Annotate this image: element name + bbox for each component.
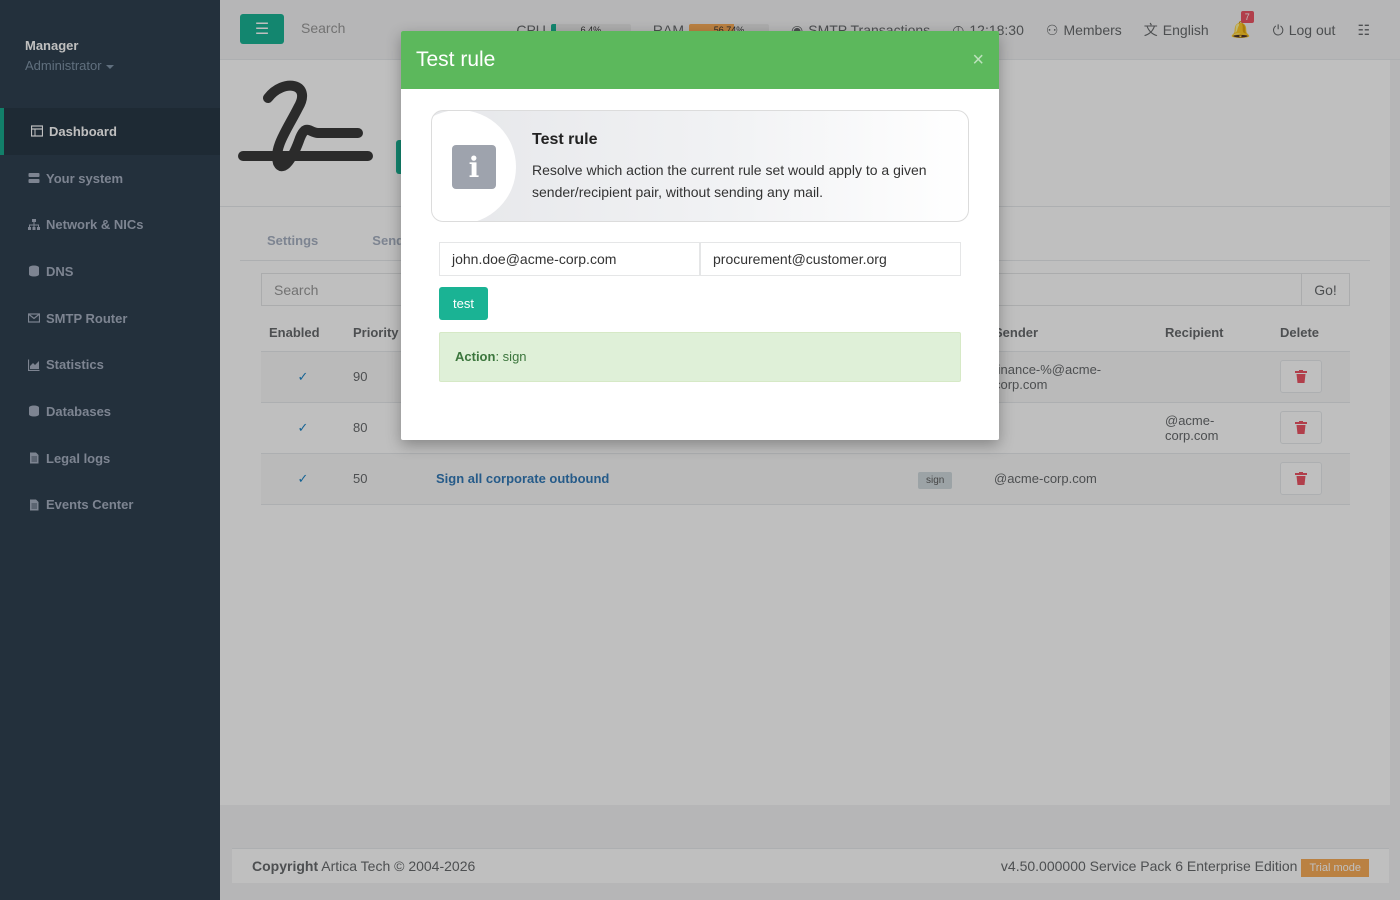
- sender-input[interactable]: john.doe@acme-corp.com: [439, 242, 700, 276]
- result-label: Action: [455, 349, 496, 364]
- info-callout: i Test rule Resolve which action the cur…: [431, 110, 969, 222]
- result-value: : sign: [495, 349, 527, 364]
- info-circle: i: [432, 111, 516, 221]
- modal-title: Test rule: [416, 48, 496, 71]
- info-title: Test rule: [532, 131, 598, 148]
- modal-header: Test rule ×: [401, 31, 999, 89]
- test-rule-modal: Test rule × i Test rule Resolve which ac…: [401, 31, 999, 440]
- test-button[interactable]: test: [439, 287, 488, 320]
- result-alert: Action: sign: [439, 332, 961, 382]
- recipient-input[interactable]: procurement@customer.org: [700, 242, 961, 276]
- close-icon[interactable]: ×: [972, 49, 984, 72]
- info-text: Resolve which action the current rule se…: [532, 162, 927, 200]
- info-icon: i: [452, 145, 496, 189]
